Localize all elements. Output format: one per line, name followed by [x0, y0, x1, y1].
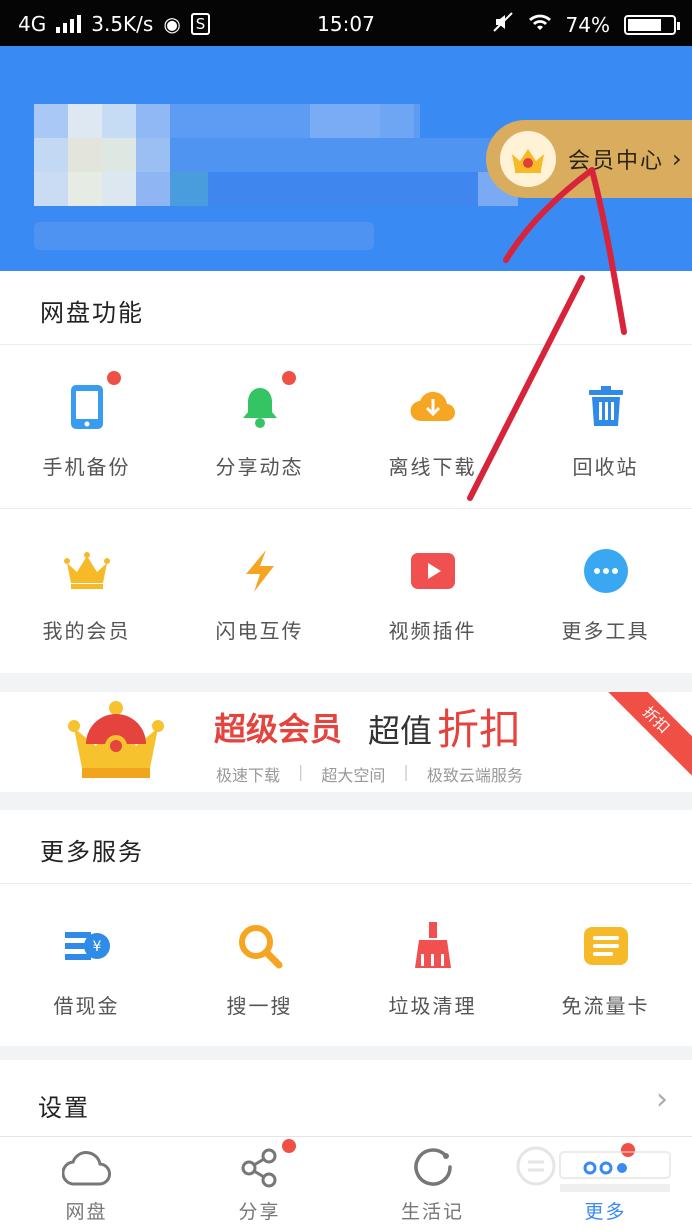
grid-item-label: 搜一搜 [226, 994, 293, 1018]
grid-item-junk-clean[interactable]: 垃圾清理 [346, 920, 519, 1019]
grid-item-cash-loan[interactable]: ¥ 借现金 [0, 920, 173, 1019]
grid-item-share-feed[interactable]: 分享动态 [173, 371, 346, 480]
grid-item-label: 闪电互传 [215, 619, 304, 643]
section-title: 网盘功能 [40, 299, 144, 327]
cloud-download-icon [407, 381, 459, 433]
super-vip-banner[interactable]: 超级会员 超值 折扣 极速下载 | 超大空间 | 极致云端服务 折扣 [0, 692, 692, 792]
video-play-icon [407, 545, 459, 597]
broom-icon [407, 920, 459, 972]
wifi-icon [528, 12, 552, 37]
badge-dot [281, 371, 296, 385]
chevron-right-icon: › [656, 1082, 668, 1117]
cloud-icon [61, 1147, 112, 1189]
more-dots-icon [580, 545, 632, 597]
battery-percent: 74% [565, 12, 610, 37]
grid-item-offline-download[interactable]: 离线下载 [346, 381, 519, 480]
tab-label: 分享 [238, 1201, 281, 1223]
discount-ribbon: 折扣 [596, 692, 692, 780]
more-services-section: 更多服务 ¥ 借现金 搜一搜 垃圾清理 免流量卡 [0, 810, 692, 1046]
banner-title-bold: 超级会员 [214, 710, 343, 748]
status-bar: 4G 3.5K/s ◉ S 15:07 74% [0, 0, 692, 46]
phone-icon [61, 371, 121, 433]
grid-item-recycle-bin[interactable]: 回收站 [519, 381, 692, 480]
grid-item-label: 回收站 [572, 455, 639, 479]
clock: 15:07 [317, 12, 375, 36]
grid-item-my-vip[interactable]: 我的会员 [0, 545, 173, 644]
grid-item-phone-backup[interactable]: 手机备份 [0, 371, 173, 480]
grid-item-data-card[interactable]: 免流量卡 [519, 920, 692, 1019]
vip-center-label: 会员中心 [568, 149, 665, 174]
badge-dot [106, 371, 121, 385]
settings-row[interactable]: 设置 › [0, 1060, 692, 1136]
svg-text:¥: ¥ [92, 939, 101, 955]
section-title: 更多服务 [40, 838, 144, 866]
tab-life-record[interactable]: 生活记 [346, 1137, 519, 1231]
banner-features: 极速下载 | 超大空间 | 极致云端服务 [216, 762, 523, 785]
tab-share[interactable]: 分享 [173, 1137, 346, 1231]
trash-icon [580, 381, 632, 433]
data-card-icon [580, 920, 632, 972]
grid-item-label: 更多工具 [561, 619, 650, 643]
netdisk-functions-section: 网盘功能 手机备份 分享动态 离线下载 回收站 我的会员 闪电互传 视频插件 更… [0, 271, 692, 673]
grid-item-label: 手机备份 [42, 455, 131, 479]
grid-item-label: 视频插件 [388, 619, 477, 643]
banner-feature: 极致云端服务 [426, 766, 523, 785]
grid-item-video-plugin[interactable]: 视频插件 [346, 545, 519, 644]
banner-feature: 超大空间 [321, 766, 386, 785]
grid-item-label: 我的会员 [42, 619, 131, 643]
tab-label: 生活记 [400, 1201, 464, 1223]
life-record-icon [412, 1147, 454, 1189]
grid-item-label: 分享动态 [215, 455, 304, 479]
badge-dot [281, 1139, 296, 1153]
search-icon [234, 920, 286, 972]
grid-item-flash-transfer[interactable]: 闪电互传 [173, 545, 346, 644]
banner-title-normal: 超值 [368, 712, 433, 750]
crown-icon [500, 131, 556, 187]
settings-label: 设置 [38, 1094, 90, 1122]
banner-feature: 极速下载 [216, 766, 281, 785]
mute-icon [492, 11, 514, 38]
profile-header: 会员中心 › [0, 46, 692, 271]
lightning-icon [234, 545, 286, 597]
banner-title-big: 折扣 [437, 705, 522, 754]
grid-item-label: 借现金 [53, 994, 120, 1018]
tab-netdisk[interactable]: 网盘 [0, 1137, 173, 1231]
chevron-right-icon: › [672, 145, 682, 173]
battery-icon [624, 14, 680, 35]
grid-item-more-tools[interactable]: 更多工具 [519, 545, 692, 644]
grid-item-search[interactable]: 搜一搜 [173, 920, 346, 1019]
banner-crown-icon [68, 698, 164, 786]
avatar-username-blurred [34, 104, 518, 254]
share-icon [240, 1139, 296, 1189]
watermark-logo [510, 1140, 690, 1200]
bell-icon [234, 371, 296, 433]
grid-item-label: 离线下载 [388, 455, 477, 479]
cash-loan-icon: ¥ [61, 920, 113, 972]
grid-item-label: 垃圾清理 [388, 994, 477, 1018]
crown-icon [61, 545, 113, 597]
vip-center-button[interactable]: 会员中心 › [486, 120, 692, 198]
tab-label: 更多 [584, 1201, 627, 1223]
tab-label: 网盘 [65, 1201, 108, 1223]
grid-item-label: 免流量卡 [561, 994, 650, 1018]
